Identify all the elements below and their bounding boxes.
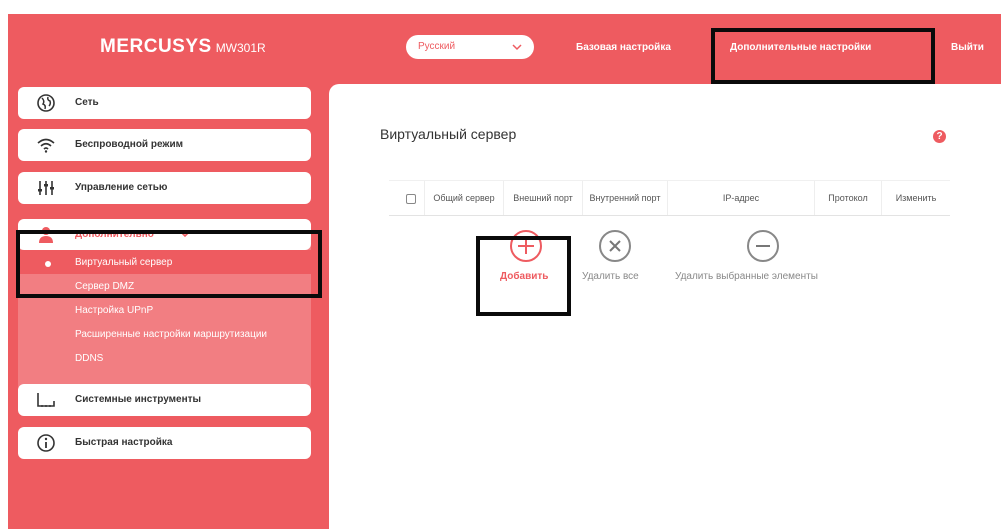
active-dot-icon xyxy=(45,261,51,267)
sidebar-item-system-tools[interactable]: Системные инструменты xyxy=(18,384,311,416)
sliders-icon xyxy=(38,181,54,195)
delete-selected-button[interactable]: Удалить выбранные элементы xyxy=(675,230,865,290)
delete-selected-label: Удалить выбранные элементы xyxy=(675,271,818,282)
sidebar-item-label: Быстрая настройка xyxy=(75,437,173,448)
delete-all-button[interactable]: Удалить все xyxy=(575,230,655,290)
submenu-item-upnp[interactable]: Настройка UPnP xyxy=(75,305,153,316)
globe-icon xyxy=(37,94,55,112)
column-internal-port: Внутренний порт xyxy=(582,181,667,215)
sidebar-item-label: Управление сетью xyxy=(75,182,168,193)
sidebar-item-network-control[interactable]: Управление сетью xyxy=(18,172,311,204)
wifi-icon xyxy=(37,138,55,153)
chevron-down-icon xyxy=(512,44,522,51)
add-button[interactable]: Добавить xyxy=(489,230,559,290)
user-icon xyxy=(39,227,53,243)
delete-all-label: Удалить все xyxy=(582,271,639,282)
main-panel: Виртуальный сервер ? Общий сервер Внешни… xyxy=(329,84,1001,529)
sidebar-item-label: Сеть xyxy=(75,97,99,108)
nav-logout[interactable]: Выйти xyxy=(951,42,984,53)
language-select[interactable]: Русский xyxy=(406,35,534,59)
column-edit: Изменить xyxy=(881,181,950,215)
add-label: Добавить xyxy=(500,271,549,282)
router-model: MW301R xyxy=(215,41,266,55)
column-external-port: Внешний порт xyxy=(503,181,582,215)
sidebar-item-label: Дополнительно xyxy=(75,229,154,240)
language-value: Русский xyxy=(418,41,456,52)
sidebar-group-advanced: Дополнительно Виртуальный сервер Сервер … xyxy=(18,219,311,391)
submenu-item-virtual-server[interactable]: Виртуальный сервер xyxy=(75,257,172,268)
help-icon[interactable]: ? xyxy=(933,130,946,143)
submenu-item-dmz[interactable]: Сервер DMZ xyxy=(75,281,134,292)
router-admin-app: MERCUSYS MW301R Русский Базовая настройка… xyxy=(8,14,1001,529)
sidebar-item-network[interactable]: Сеть xyxy=(18,87,311,119)
column-service: Общий сервер xyxy=(424,181,503,215)
sidebar-item-wireless[interactable]: Беспроводной режим xyxy=(18,129,311,161)
sidebar-item-label: Беспроводной режим xyxy=(75,139,184,150)
submenu-item-routing[interactable]: Расширенные настройки маршрутизации xyxy=(75,329,267,340)
top-bar: MERCUSYS MW301R Русский Базовая настройка… xyxy=(8,14,1001,82)
plus-icon xyxy=(510,230,542,262)
router-icon xyxy=(37,393,55,407)
brand-logo: MERCUSYS MW301R xyxy=(100,36,266,58)
select-all-checkbox[interactable] xyxy=(406,194,416,204)
sidebar-item-label: Системные инструменты xyxy=(75,394,202,405)
nav-basic-settings[interactable]: Базовая настройка xyxy=(576,42,671,53)
brand-name: MERCUSYS xyxy=(100,36,212,57)
sidebar-item-advanced[interactable]: Дополнительно xyxy=(18,219,311,250)
minus-circle-icon xyxy=(747,230,779,262)
select-all-cell xyxy=(389,181,424,215)
nav-advanced-settings[interactable]: Дополнительные настройки xyxy=(730,42,871,53)
column-protocol: Протокол xyxy=(814,181,881,215)
close-circle-icon xyxy=(599,230,631,262)
sidebar-item-quick-setup[interactable]: Быстрая настройка xyxy=(18,427,311,459)
page-title: Виртуальный сервер xyxy=(380,126,517,142)
table-header: Общий сервер Внешний порт Внутренний пор… xyxy=(389,180,950,216)
chevron-down-icon xyxy=(180,231,190,238)
submenu-item-ddns[interactable]: DDNS xyxy=(75,353,103,364)
column-ip-address: IP-адрес xyxy=(667,181,814,215)
info-icon xyxy=(37,434,55,452)
